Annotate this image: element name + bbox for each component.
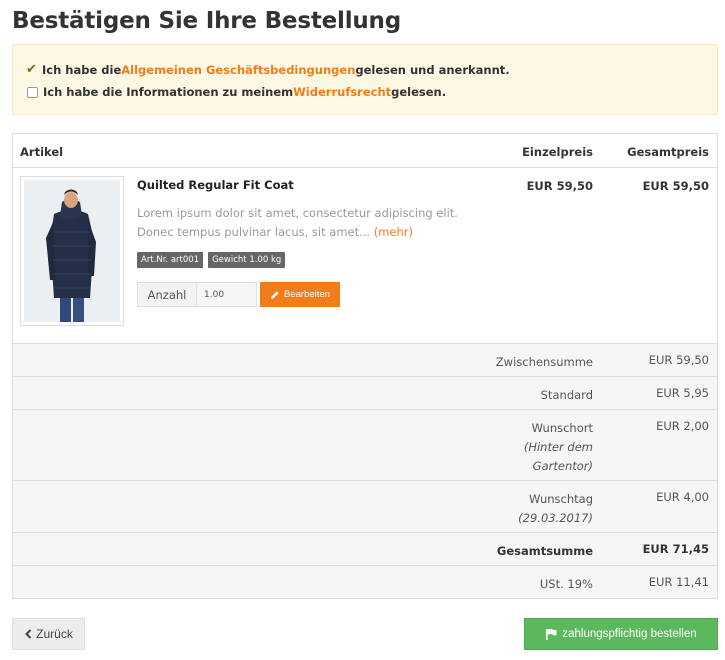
product-description: Lorem ipsum dolor sit amet, consectetur … bbox=[137, 204, 467, 242]
flag-icon bbox=[546, 628, 557, 640]
sku-badge: Art.Nr. art001 bbox=[137, 252, 204, 268]
summary-row-wunschort: Wunschort (Hinter dem Gartentor) EUR 2,0… bbox=[13, 410, 717, 481]
agb-text-post: gelesen und anerkannt. bbox=[355, 62, 510, 77]
widerruf-text-pre: Ich habe die Informationen zu meinem bbox=[43, 85, 294, 99]
back-button-label: Zurück bbox=[36, 627, 73, 641]
wunschort-label: Wunschort (Hinter dem Gartentor) bbox=[524, 419, 593, 476]
chevron-left-icon bbox=[25, 629, 32, 639]
more-link[interactable]: (mehr) bbox=[374, 225, 413, 239]
product-image[interactable] bbox=[20, 176, 124, 326]
table-row: Quilted Regular Fit Coat Lorem ipsum dol… bbox=[13, 168, 717, 344]
wunschtag-title: Wunschtag bbox=[529, 492, 593, 506]
wunschtag-detail: (29.03.2017) bbox=[518, 511, 593, 525]
table-header: Artikel Einzelpreis Gesamtpreis bbox=[13, 134, 717, 168]
header-einzelpreis: Einzelpreis bbox=[522, 145, 593, 159]
product-badges: Art.Nr. art001 Gewicht 1.00 kg bbox=[137, 252, 286, 268]
header-gesamtpreis: Gesamtpreis bbox=[627, 145, 709, 159]
terms-notice: ✔ Ich habe die Allgemeinen Geschäftsbedi… bbox=[12, 44, 718, 115]
order-table: Artikel Einzelpreis Gesamtpreis Quilted … bbox=[12, 133, 718, 599]
widerruf-confirmation[interactable]: Ich habe die Informationen zu meinem Wid… bbox=[26, 85, 446, 99]
ust-label: USt. 19% bbox=[539, 577, 593, 591]
page-title: Bestätigen Sie Ihre Bestellung bbox=[12, 8, 401, 34]
summary-row-ust: USt. 19% EUR 11,41 bbox=[13, 566, 717, 598]
quantity-input[interactable] bbox=[197, 282, 257, 307]
ust-value: EUR 11,41 bbox=[648, 575, 709, 589]
header-artikel: Artikel bbox=[20, 145, 64, 159]
widerruf-text-post: gelesen. bbox=[391, 85, 447, 99]
wunschort-title: Wunschort bbox=[531, 421, 593, 435]
total-price: EUR 59,50 bbox=[642, 179, 709, 193]
wunschort-value: EUR 2,00 bbox=[656, 419, 709, 433]
agb-text-pre: Ich habe die bbox=[42, 62, 122, 77]
zwischensumme-value: EUR 59,50 bbox=[648, 353, 709, 367]
gesamtsumme-label: Gesamtsumme bbox=[496, 544, 593, 558]
summary-row-gesamtsumme: Gesamtsumme EUR 71,45 bbox=[13, 533, 717, 566]
agb-confirmation[interactable]: ✔ Ich habe die Allgemeinen Geschäftsbedi… bbox=[26, 62, 510, 77]
standard-value: EUR 5,95 bbox=[656, 386, 709, 400]
place-order-label: zahlungspflichtig bestellen bbox=[562, 628, 697, 640]
agb-link[interactable]: Allgemeinen Geschäftsbedingungen bbox=[121, 63, 355, 77]
check-icon[interactable]: ✔ bbox=[26, 62, 42, 77]
summary-row-standard: Standard EUR 5,95 bbox=[13, 377, 717, 410]
gesamtsumme-value: EUR 71,45 bbox=[642, 542, 709, 556]
quantity-label: Anzahl bbox=[137, 282, 197, 307]
product-image-graphic bbox=[24, 180, 120, 322]
summary-row-wunschtag: Wunschtag (29.03.2017) EUR 4,00 bbox=[13, 481, 717, 533]
wunschtag-label: Wunschtag (29.03.2017) bbox=[518, 490, 593, 528]
pencil-icon bbox=[271, 290, 279, 299]
summary-row-zwischensumme: Zwischensumme EUR 59,50 bbox=[13, 344, 717, 377]
wunschtag-value: EUR 4,00 bbox=[656, 490, 709, 504]
unit-price: EUR 59,50 bbox=[526, 179, 593, 193]
standard-label: Standard bbox=[540, 388, 593, 402]
widerruf-checkbox[interactable] bbox=[27, 86, 38, 98]
zwischensumme-label: Zwischensumme bbox=[495, 355, 593, 369]
quantity-group: Anzahl Bearbeiten bbox=[137, 282, 340, 307]
wunschort-detail-2: Gartentor) bbox=[532, 459, 593, 473]
weight-badge: Gewicht 1.00 kg bbox=[208, 252, 286, 268]
product-name[interactable]: Quilted Regular Fit Coat bbox=[137, 178, 294, 192]
widerruf-link[interactable]: Widerrufsrecht bbox=[293, 85, 391, 99]
place-order-button[interactable]: zahlungspflichtig bestellen bbox=[524, 618, 718, 650]
back-button[interactable]: Zurück bbox=[12, 618, 85, 650]
wunschort-detail-1: (Hinter dem bbox=[523, 440, 593, 454]
edit-button-label: Bearbeiten bbox=[284, 289, 330, 300]
edit-button[interactable]: Bearbeiten bbox=[260, 282, 340, 307]
